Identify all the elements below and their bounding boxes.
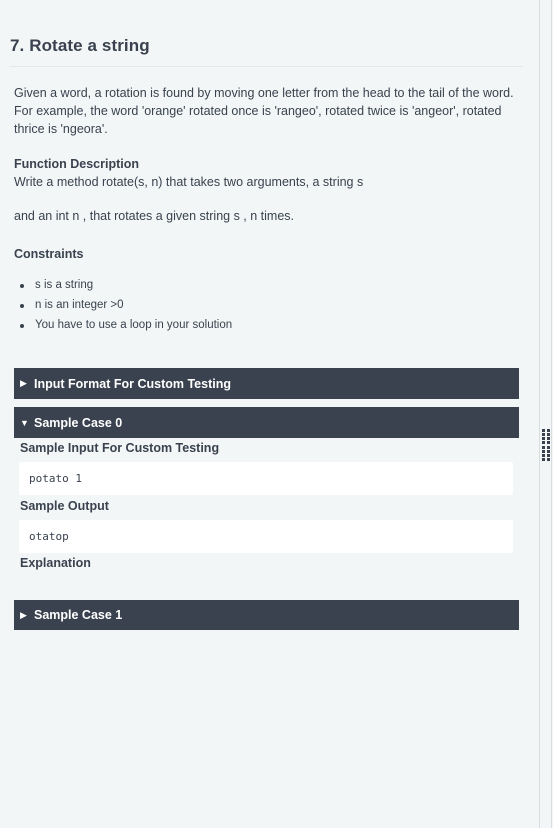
problem-statement-panel: 7. Rotate a string Given a word, a rotat… bbox=[0, 0, 553, 828]
explanation-heading: Explanation bbox=[20, 556, 91, 570]
caret-right-icon: ▶ bbox=[20, 609, 27, 620]
problem-description: Given a word, a rotation is found by mov… bbox=[14, 86, 514, 136]
function-description-line-2: and an int n , that rotates a given stri… bbox=[14, 209, 295, 223]
function-description-line-1: Write a method rotate(s, n) that takes t… bbox=[14, 175, 364, 189]
sample-input-heading: Sample Input For Custom Testing bbox=[20, 441, 220, 455]
sample-input-value: potato 1 bbox=[29, 472, 82, 485]
function-description-heading: Function Description bbox=[14, 157, 139, 171]
title-divider bbox=[10, 66, 523, 67]
constraint-item: n is an integer >0 bbox=[14, 296, 232, 316]
sample-output-value: otatop bbox=[29, 530, 69, 543]
panel-splitter[interactable] bbox=[539, 0, 553, 828]
constraints-list: s is a string n is an integer >0 You hav… bbox=[14, 276, 232, 336]
caret-down-icon: ▼ bbox=[20, 417, 29, 428]
constraint-item: s is a string bbox=[14, 276, 232, 296]
problem-title: 7. Rotate a string bbox=[10, 36, 150, 55]
accordion-label: Sample Case 0 bbox=[34, 415, 123, 430]
accordion-label: Input Format For Custom Testing bbox=[34, 376, 231, 391]
sample-input-box: potato 1 bbox=[19, 462, 513, 495]
accordion-sample-case-1[interactable]: ▶ Sample Case 1 bbox=[14, 600, 519, 630]
constraint-item: You have to use a loop in your solution bbox=[14, 316, 232, 336]
splitter-edge bbox=[551, 0, 552, 828]
caret-right-icon: ▶ bbox=[20, 378, 27, 388]
constraints-heading: Constraints bbox=[14, 247, 84, 261]
sample-output-heading: Sample Output bbox=[20, 499, 109, 513]
accordion-input-format[interactable]: ▶ Input Format For Custom Testing bbox=[14, 368, 519, 399]
accordion-label: Sample Case 1 bbox=[34, 608, 123, 622]
sample-output-box: otatop bbox=[19, 520, 513, 553]
drag-handle-icon[interactable] bbox=[542, 429, 550, 461]
accordion-sample-case-0[interactable]: ▼ Sample Case 0 bbox=[14, 407, 519, 438]
